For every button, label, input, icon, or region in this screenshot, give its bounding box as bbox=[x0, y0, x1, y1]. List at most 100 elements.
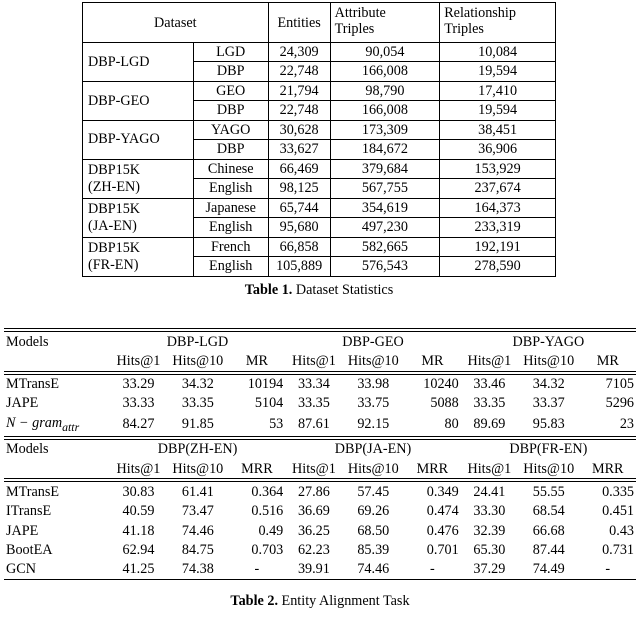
group-header-a-2: DBP-YAGO bbox=[512, 333, 585, 350]
value-b-4-6: 37.29 bbox=[473, 561, 506, 578]
value-b-0-8: 0.335 bbox=[602, 483, 634, 500]
value-a-1-0: 33.33 bbox=[122, 395, 155, 412]
value-b-1-4: 69.26 bbox=[357, 503, 390, 520]
relationship-3-1: 237,674 bbox=[439, 178, 556, 199]
dataset-name-line1: DBP-YAGO bbox=[88, 131, 160, 148]
header-dataset: Dataset bbox=[82, 2, 269, 43]
attribute-5-0: 582,665 bbox=[329, 236, 441, 258]
value-b-1-8: 0.451 bbox=[602, 503, 634, 520]
dataset-name-1: DBP-GEO bbox=[82, 80, 194, 121]
value-b-2-5: 0.476 bbox=[426, 522, 459, 539]
metric-b-0-1: Hits@10 bbox=[172, 460, 224, 477]
value-b-0-6: 24.41 bbox=[473, 483, 506, 500]
dataset-name-line1: DBP-LGD bbox=[88, 53, 150, 70]
table-1-container: Dataset Entities Attribute Triples Relat… bbox=[82, 2, 556, 299]
value-a-1-1: 33.35 bbox=[181, 395, 214, 412]
entity-alignment-table: Models DBP-LGD DBP-GEO DBP-YAGO Hits@1 H… bbox=[4, 328, 636, 581]
value-b-4-7: 74.49 bbox=[532, 561, 565, 578]
metric-a-0-0: Hits@1 bbox=[116, 352, 161, 369]
value-b-2-1: 74.46 bbox=[181, 522, 214, 539]
value-b-1-0: 40.59 bbox=[122, 503, 155, 520]
metric-b-0-0: Hits@1 bbox=[116, 460, 161, 477]
group-header-a-0: DBP-LGD bbox=[166, 333, 229, 350]
dataset-name-0: DBP-LGD bbox=[82, 42, 194, 82]
dataset-name-4: DBP15K (JA-EN) bbox=[82, 197, 194, 238]
attribute-4-1: 497,230 bbox=[329, 217, 441, 238]
value-b-2-8: 0.43 bbox=[609, 522, 634, 539]
dataset-sub-0-0: LGD bbox=[192, 41, 269, 63]
table-row: ITransE 40.59 73.47 0.516 36.69 69.26 0.… bbox=[4, 502, 636, 521]
metric-header-spacer-a bbox=[4, 351, 110, 371]
table-1-caption: Table 1. Dataset Statistics bbox=[82, 282, 556, 299]
entities-3-1: 98,125 bbox=[267, 178, 331, 199]
value-a-1-2: 5104 bbox=[254, 395, 284, 412]
dataset-name-line1: DBP15K bbox=[88, 162, 141, 179]
value-b-4-4: 74.46 bbox=[357, 561, 390, 578]
metric-b-0-2: MRR bbox=[241, 460, 273, 477]
model-name-b-1: ITransE bbox=[6, 503, 52, 520]
table-row: DBP-LGD LGD 24,309 90,054 10,084 bbox=[82, 41, 556, 82]
dataset-sub-4-1: English bbox=[192, 217, 269, 238]
dataset-sub-5-0: French bbox=[192, 236, 269, 258]
value-b-2-4: 68.50 bbox=[357, 522, 390, 539]
table-2-container: Models DBP-LGD DBP-GEO DBP-YAGO Hits@1 H… bbox=[4, 328, 636, 610]
table-row: DBP-YAGO YAGO 30,628 173,309 38,451 bbox=[82, 119, 556, 160]
dataset-name-line1: DBP15K bbox=[88, 239, 141, 256]
value-a-1-4: 33.75 bbox=[357, 395, 390, 412]
value-a-1-7: 33.37 bbox=[532, 395, 565, 412]
value-a-2-5: 80 bbox=[444, 416, 459, 433]
table-row: JAPE 41.18 74.46 0.49 36.25 68.50 0.476 … bbox=[4, 521, 636, 540]
metric-a-0-1: Hits@10 bbox=[172, 352, 224, 369]
entities-5-1: 105,889 bbox=[267, 256, 331, 277]
dataset-name-line2: (FR-EN) bbox=[88, 256, 139, 273]
model-name-b-4: GCN bbox=[6, 561, 36, 578]
table-row: JAPE 33.33 33.35 5104 33.35 33.75 5088 3… bbox=[4, 394, 636, 413]
value-b-3-6: 65.30 bbox=[473, 541, 506, 558]
model-name-a-0: MTransE bbox=[6, 376, 60, 393]
relationship-5-1: 278,590 bbox=[439, 256, 556, 277]
metric-a-0-2: MR bbox=[245, 352, 268, 369]
value-b-1-1: 73.47 bbox=[181, 503, 214, 520]
attribute-5-1: 576,543 bbox=[329, 256, 441, 277]
model-name-a-1: JAPE bbox=[6, 395, 39, 412]
value-b-1-5: 0.474 bbox=[426, 503, 459, 520]
header-relationship-line1: Relationship bbox=[444, 5, 516, 21]
dataset-sub-5-1: English bbox=[192, 256, 269, 277]
dataset-name-line2: (JA-EN) bbox=[88, 217, 137, 234]
value-b-3-2: 0.703 bbox=[251, 541, 284, 558]
dataset-sub-3-0: Chinese bbox=[192, 158, 269, 180]
relationship-4-0: 164,373 bbox=[439, 197, 556, 219]
header-entities: Entities bbox=[267, 2, 331, 43]
metric-header-spacer-b bbox=[4, 459, 110, 479]
group-header-b-2: DBP(FR-EN) bbox=[509, 441, 588, 458]
value-a-2-2: 53 bbox=[269, 416, 284, 433]
dataset-sub-1-1: DBP bbox=[192, 100, 269, 121]
model-name-b-3: BootEA bbox=[6, 541, 53, 558]
table-row: MTransE 33.29 34.32 10194 33.34 33.98 10… bbox=[4, 374, 636, 394]
relationship-3-0: 153,929 bbox=[439, 158, 556, 180]
attribute-2-0: 173,309 bbox=[329, 119, 441, 141]
dataset-statistics-table: Dataset Entities Attribute Triples Relat… bbox=[82, 2, 556, 277]
metric-a-2-1: Hits@10 bbox=[523, 352, 575, 369]
relationship-1-0: 17,410 bbox=[439, 80, 556, 102]
relationship-2-0: 38,451 bbox=[439, 119, 556, 141]
model-name-b-0: MTransE bbox=[6, 483, 60, 500]
entities-2-1: 33,627 bbox=[267, 139, 331, 160]
value-b-2-6: 32.39 bbox=[473, 522, 506, 539]
metric-b-2-2: MRR bbox=[591, 460, 624, 477]
value-a-2-4: 92.15 bbox=[357, 416, 390, 433]
value-a-1-8: 5296 bbox=[605, 395, 634, 412]
table-2-caption-label: Table 2. bbox=[230, 593, 278, 610]
dataset-name-line1: DBP15K bbox=[88, 200, 141, 217]
table-2-caption-text: Entity Alignment Task bbox=[281, 593, 410, 610]
table-row: DBP15K (JA-EN) Japanese 65,744 354,619 1… bbox=[82, 197, 556, 238]
value-b-0-2: 0.364 bbox=[251, 483, 284, 500]
value-b-2-3: 36.25 bbox=[297, 522, 330, 539]
value-b-3-3: 62.23 bbox=[297, 541, 330, 558]
relationship-0-0: 10,084 bbox=[439, 41, 556, 63]
value-a-2-1: 91.85 bbox=[181, 416, 214, 433]
dataset-name-5: DBP15K (FR-EN) bbox=[82, 236, 194, 277]
table-2a-metric-header-row: Hits@1 Hits@10 MR Hits@1 Hits@10 MR Hits… bbox=[4, 351, 636, 371]
metric-a-1-0: Hits@1 bbox=[292, 352, 336, 369]
metric-a-1-2: MR bbox=[421, 352, 444, 369]
